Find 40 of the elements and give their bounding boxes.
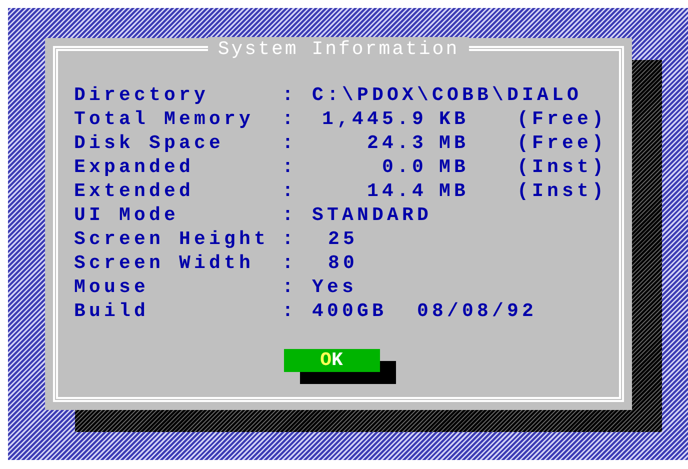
unit-label: MB [439, 179, 470, 203]
colon-separator: : [282, 179, 298, 203]
info-label: Mouse [74, 275, 150, 299]
info-value: 400GB 08/08/92 [312, 299, 538, 323]
info-value: 14.4 [366, 179, 427, 203]
status-note: (Inst) [517, 155, 608, 179]
colon-separator: : [282, 107, 298, 131]
info-value: Yes [312, 275, 358, 299]
info-label: Build [74, 299, 150, 323]
colon-separator: : [282, 155, 298, 179]
colon-separator: : [282, 275, 298, 299]
colon-separator: : [282, 251, 298, 275]
colon-separator: : [282, 131, 298, 155]
info-value: 25 [327, 227, 358, 251]
colon-separator: : [282, 299, 298, 323]
info-value: 80 [327, 251, 358, 275]
info-label: Extended [74, 179, 196, 203]
unit-label: MB [439, 131, 470, 155]
info-value: C:\PDOX\COBB\DIALO [312, 83, 582, 107]
status-note: (Inst) [517, 179, 608, 203]
info-label: Disk Space [74, 131, 226, 155]
info-label: Total Memory [74, 107, 256, 131]
colon-separator: : [282, 203, 298, 227]
info-label: Directory [74, 83, 210, 107]
unit-label: KB [439, 107, 470, 131]
info-label: Screen Height [74, 227, 270, 251]
info-value: STANDARD [312, 203, 432, 227]
info-value: 1,445.9 [322, 107, 427, 131]
unit-label: MB [439, 155, 470, 179]
colon-separator: : [282, 83, 298, 107]
info-value: 0.0 [382, 155, 427, 179]
status-note: (Free) [517, 131, 608, 155]
colon-separator: : [282, 227, 298, 251]
ok-button[interactable]: OK [284, 349, 380, 372]
info-value: 24.3 [366, 131, 427, 155]
info-label: UI Mode [74, 203, 180, 227]
status-note: (Free) [517, 107, 608, 131]
window-title: System Information [208, 37, 470, 61]
info-label: Screen Width [74, 251, 256, 275]
info-label: Expanded [74, 155, 196, 179]
